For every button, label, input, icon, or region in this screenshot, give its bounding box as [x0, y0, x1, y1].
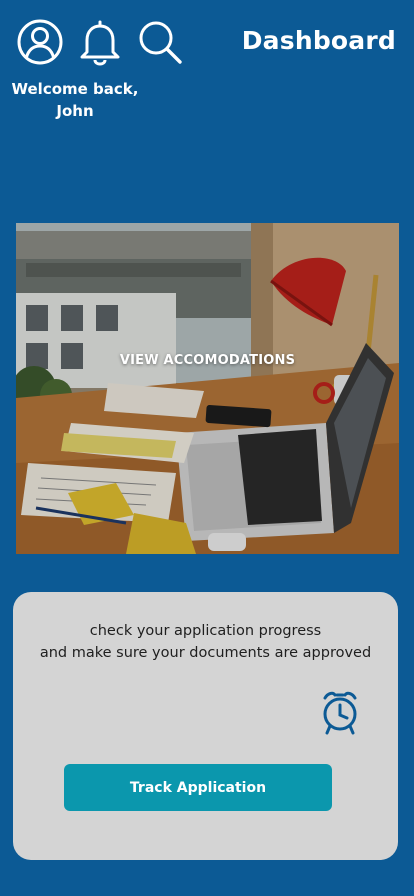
alarm-clock-icon [323, 691, 357, 735]
bell-icon [80, 20, 120, 66]
page-title: Dashboard [241, 26, 396, 55]
progress-line-1: check your application progress [89, 623, 322, 639]
notifications-button[interactable] [76, 18, 124, 66]
view-accommodations-card[interactable]: VIEW ACCOMODATIONS [16, 223, 399, 554]
welcome-message: Welcome back, John [0, 78, 150, 122]
user-name: John [56, 102, 94, 120]
view-accommodations-label: VIEW ACCOMODATIONS [119, 353, 296, 368]
profile-button[interactable] [16, 18, 64, 66]
desk-photo [16, 223, 399, 554]
header-icon-row [16, 18, 184, 66]
search-icon [139, 21, 182, 64]
progress-description: check your application progress and make… [13, 620, 398, 664]
search-button[interactable] [136, 18, 184, 66]
progress-line-2: and make sure your documents are approve… [39, 645, 372, 661]
profile-icon [17, 19, 63, 65]
application-progress-card: check your application progress and make… [13, 592, 398, 860]
welcome-line-1: Welcome back, [11, 80, 139, 98]
track-application-button[interactable]: Track Application [64, 764, 332, 811]
